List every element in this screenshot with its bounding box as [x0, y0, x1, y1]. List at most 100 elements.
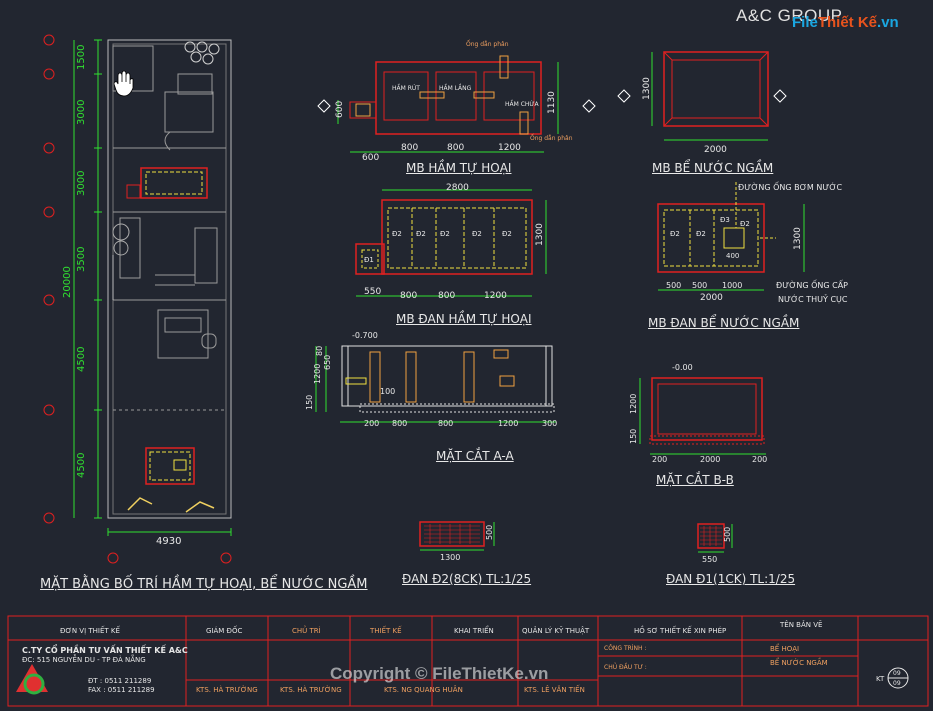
aa-left-1200: 1200 [313, 364, 322, 384]
dan-be-d3: Đ3 [720, 216, 730, 224]
ham-side: 600 [335, 101, 345, 118]
pan-hand-icon [113, 70, 134, 97]
cat-aa-title: MẶT CẮT A-A [436, 449, 514, 463]
aa-left-150: 150 [305, 395, 314, 410]
ham-note-bot: Ống dẫn phân [530, 134, 573, 142]
tb-phone: ĐT : 0511 211289 [88, 677, 152, 685]
dan-be-2000: 2000 [700, 293, 723, 303]
mb-dan-be-title: MB ĐAN BỂ NƯỚC NGẦM [648, 316, 800, 330]
tb-col-ten-ban-ve: TÊN BẢN VẼ [780, 621, 823, 629]
tb-page-bot: 09 [893, 680, 901, 687]
d2-dim: 1300 [440, 553, 460, 562]
dan-be-d2b: Đ2 [696, 230, 706, 238]
tb-project-1: CÔNG TRÌNH : [604, 645, 647, 652]
plan-dim-1: 1500 [76, 45, 87, 70]
watermark-logo: FileThiết Kế.vn [792, 14, 899, 31]
be-height: 1300 [642, 77, 652, 100]
watermark-b: Thiết Kế [817, 14, 878, 31]
bb-dim-2000: 2000 [700, 455, 720, 464]
bb-dim-200b: 200 [752, 455, 767, 464]
mat-cat-aa [315, 345, 556, 423]
tb-page-top: 09 [893, 670, 901, 677]
plan-dim-left [73, 39, 232, 536]
ham-dim-1200: 1200 [498, 143, 521, 153]
tb-kt: KT [876, 675, 885, 683]
bb-left-150: 150 [629, 429, 638, 444]
dan-be-400: 400 [726, 252, 739, 260]
floor-plan [107, 39, 232, 519]
tb-name-1: KTS. HÀ TRƯỜNG [196, 686, 258, 694]
d1-dim: 550 [702, 555, 717, 564]
plan-dim-total: 20000 [62, 266, 73, 298]
tb-sheet-2: BỂ NƯỚC NGẦM [770, 659, 828, 667]
tb-name-3: KTS. NG QUANG HUÂN [384, 686, 463, 694]
bb-left-1200: 1200 [629, 394, 638, 414]
ham-height: 1130 [547, 91, 557, 114]
tb-col-ho-so: HỒ SƠ THIẾT KẾ XIN PHÉP [634, 627, 727, 635]
tb-project-2: CHỦ ĐẦU TƯ : [604, 664, 647, 671]
tb-name-2: KTS. HÀ TRƯỜNG [280, 686, 342, 694]
ham-dim-800a: 800 [401, 143, 418, 153]
bb-level: -0.00 [672, 363, 693, 372]
dan-be-height: 1300 [793, 227, 803, 250]
tb-fax: FAX : 0511 211289 [88, 686, 155, 694]
tb-col-chu-tri: CHỦ TRÌ [292, 627, 321, 635]
tb-col-khai-trien: KHAI TRIỂN [454, 627, 494, 635]
dan-ham-d2b: Đ2 [416, 230, 426, 238]
mb-ham-title: MB HẦM TỰ HOẠI [406, 161, 512, 175]
dan-d1-title: ĐAN Đ1(1CK) TL:1/25 [666, 572, 796, 586]
aa-dim-200: 200 [364, 419, 379, 428]
dan-be-500b: 500 [692, 281, 707, 290]
plan-dim-5: 4500 [76, 347, 87, 372]
dan-be-500a: 500 [666, 281, 681, 290]
tb-name-4: KTS. LÊ VĂN TIẾN [524, 686, 585, 694]
cad-drawing-canvas[interactable]: 1500 3000 3000 3500 4500 4500 20000 4930… [0, 0, 933, 711]
dan-ham-d2e: Đ2 [502, 230, 512, 238]
dan-be-d2c: Đ2 [740, 220, 750, 228]
d1-h: 500 [723, 527, 732, 542]
aa-dim-1200: 1200 [498, 419, 518, 428]
watermark-a: File [792, 14, 818, 31]
bb-dim-200a: 200 [652, 455, 667, 464]
plan-dim-2: 3000 [76, 100, 87, 125]
aa-dim-800a: 800 [392, 419, 407, 428]
watermark-c: .vn [877, 14, 899, 31]
plan-dim-3: 3000 [76, 171, 87, 196]
aa-level: -0.700 [352, 331, 378, 340]
mat-cat-bb [639, 377, 766, 455]
dan-ham-d1: Đ1 [364, 256, 374, 264]
be-dim-2000: 2000 [704, 145, 727, 155]
ham-dim-800b: 800 [447, 143, 464, 153]
tb-col-giam-doc: GIÁM ĐỐC [206, 627, 243, 635]
dan-ham-d2d: Đ2 [472, 230, 482, 238]
cat-bb-title: MẶT CẮT B-B [656, 473, 734, 487]
tb-col-qlkt: QUẢN LÝ KỸ THUẬT [522, 627, 590, 635]
company-logo-icon [16, 664, 48, 695]
mb-dan-ham-title: MB ĐAN HẦM TỰ HOẠI [396, 312, 532, 326]
aa-dim-300: 300 [542, 419, 557, 428]
ham-label-lang: HẦM LẮNG [439, 84, 472, 92]
copyright-watermark: Copyright © FileThietKe.vn [330, 664, 549, 683]
dan-ham-1200: 1200 [484, 291, 507, 301]
plan-tanks [126, 167, 208, 485]
aa-mid-100: 100 [380, 387, 395, 396]
plan-title: MẶT BẰNG BỐ TRÍ HẦM TỰ HOẠI, BỂ NƯỚC NGẦ… [40, 577, 368, 592]
dan-ham-800b: 800 [438, 291, 455, 301]
dan-d2-title: ĐAN Đ2(8CK) TL:1/25 [402, 572, 532, 586]
ham-label-chua: HẦM CHỨA [505, 100, 540, 108]
grid-markers [43, 34, 232, 564]
dan-d2 [419, 521, 495, 551]
dan-ham-top: 2800 [446, 183, 469, 193]
mb-be-title: MB BỂ NƯỚC NGẦM [652, 161, 774, 175]
tb-company: C.TY CỔ PHẦN TƯ VẤN THIẾT KẾ A&C [22, 646, 188, 655]
plan-dim-4: 3500 [76, 247, 87, 272]
plan-fans [127, 497, 215, 513]
dan-be-note-2: ĐƯỜNG ỐNG CẤP [776, 278, 848, 290]
tb-unit-label: ĐƠN VỊ THIẾT KẾ [60, 627, 120, 635]
plan-dim-6: 4500 [76, 453, 87, 478]
plan-dim-width: 4930 [156, 536, 181, 547]
tb-address: ĐC: 515 NGUYỄN DU - TP ĐÀ NẴNG [22, 656, 146, 664]
dan-ham-height: 1300 [535, 223, 545, 246]
tb-col-thiet-ke: THIẾT KẾ [370, 627, 402, 635]
dan-ham-d2c: Đ2 [440, 230, 450, 238]
